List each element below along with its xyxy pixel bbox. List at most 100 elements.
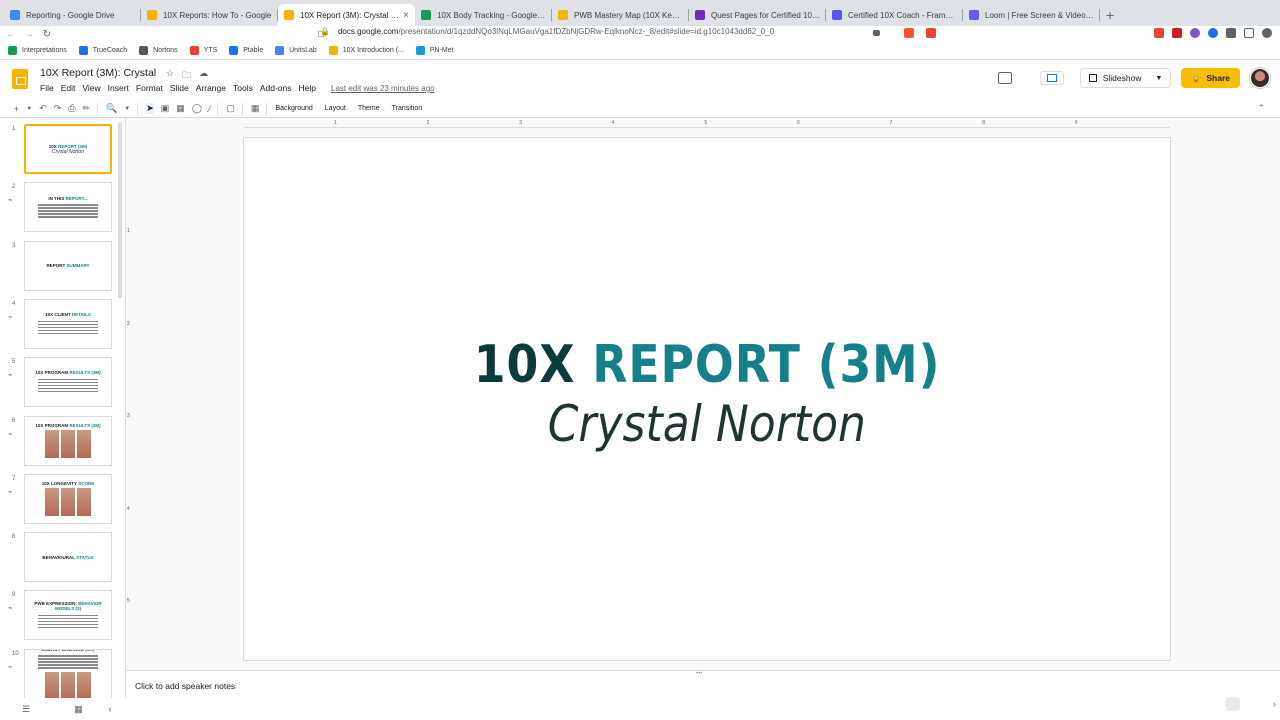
- move-folder-icon[interactable]: 🗀: [182, 68, 191, 84]
- shape-icon[interactable]: ◯: [192, 103, 202, 114]
- collapse-toolbar-icon[interactable]: ⌃: [1257, 103, 1265, 114]
- browser-tab[interactable]: Certified 10X Coach - Frame.io: [826, 4, 963, 26]
- slides-logo-icon[interactable]: [12, 69, 28, 89]
- slide-thumbnail[interactable]: 10X PROGRAM RESULTS (3M): [24, 357, 112, 408]
- zoom-icon[interactable]: 🔍: [106, 103, 117, 114]
- undo-icon[interactable]: ↶: [39, 103, 47, 114]
- slide-subtitle[interactable]: Crystal Norton: [548, 395, 866, 453]
- theme-button[interactable]: Theme: [358, 105, 380, 112]
- youtube-ext-icon[interactable]: [1154, 28, 1164, 38]
- slide-thumbnail-row[interactable]: 10 ⌁ ENERGY BALANCE (3M): [0, 648, 125, 698]
- print-icon[interactable]: ⎙: [68, 103, 75, 114]
- back-icon[interactable]: ←: [4, 29, 18, 40]
- paint-format-icon[interactable]: ✏: [83, 103, 91, 114]
- slide-thumbnail[interactable]: 10X CLIENT DETAILS: [24, 298, 112, 349]
- slide-thumbnail[interactable]: 10X LONGEVITY SCORE: [24, 473, 112, 524]
- reload-icon[interactable]: ↻: [40, 29, 54, 40]
- slide-thumbnail[interactable]: 10X PROGRAM RESULTS (3M): [24, 415, 112, 466]
- slide-title[interactable]: 10X REPORT (3M): [474, 335, 941, 395]
- text-box-icon[interactable]: ▣: [161, 103, 170, 114]
- cloud-status-icon[interactable]: ☁: [199, 68, 208, 84]
- select-cursor-icon[interactable]: ➤: [146, 103, 154, 114]
- slide-thumbnail-row[interactable]: 2 ⌁ IN THIS REPORT...: [0, 182, 125, 238]
- redo-icon[interactable]: ↷: [54, 103, 62, 114]
- ext-icon-2[interactable]: [1172, 28, 1182, 38]
- browser-tab[interactable]: 10X Report (3M): Crystal - Goo ×: [278, 4, 415, 26]
- menu-item-addons[interactable]: Add-ons: [260, 83, 292, 93]
- ext-icon-3[interactable]: [1190, 28, 1200, 38]
- star-icon[interactable]: ☆: [166, 68, 174, 84]
- menu-item-help[interactable]: Help: [299, 83, 316, 93]
- slide-thumbnail-row[interactable]: 1 10X REPORT (3M) Crystal Norton: [0, 124, 125, 180]
- grid-icon[interactable]: ▦: [251, 103, 260, 114]
- comments-icon[interactable]: [997, 72, 1012, 84]
- avatar[interactable]: [1250, 68, 1270, 88]
- slide-thumbnail-row[interactable]: 5 ⌁ 10X PROGRAM RESULTS (3M): [0, 357, 125, 413]
- ext-icon-4[interactable]: [1208, 28, 1218, 38]
- new-slide-dropdown-icon[interactable]: ▼: [26, 106, 32, 112]
- slide-thumbnail-row[interactable]: 9 ⌁ PWB EXPRESSION: BEHAVIOR MODELS (3): [0, 590, 125, 646]
- camera-icon[interactable]: [873, 30, 880, 36]
- menu-item-view[interactable]: View: [82, 83, 100, 93]
- list-view-icon[interactable]: ☰: [22, 704, 30, 715]
- line-icon[interactable]: ∕: [209, 104, 211, 114]
- last-edit-link[interactable]: Last edit was 23 minutes ago: [331, 84, 435, 93]
- new-slide-icon[interactable]: +: [14, 104, 19, 114]
- menu-item-format[interactable]: Format: [136, 83, 163, 93]
- slide-thumbnail[interactable]: REPORT SUMMARY: [24, 240, 112, 291]
- slide-thumbnail[interactable]: ENERGY BALANCE (3M): [24, 648, 112, 698]
- collapse-panel-icon[interactable]: ‹: [109, 704, 112, 714]
- slide-thumbnail-row[interactable]: 4 ⌁ 10X CLIENT DETAILS: [0, 298, 125, 355]
- browser-tab[interactable]: Quest Pages for Certified 10X Coac: [689, 4, 826, 26]
- browser-tab[interactable]: Reporting - Google Drive: [4, 4, 141, 26]
- slide-thumbnail[interactable]: 10X REPORT (3M) Crystal Norton: [24, 124, 112, 174]
- extension-alert-icon[interactable]: [926, 28, 936, 38]
- resize-handle[interactable]: •••: [696, 671, 702, 677]
- side-panel-toggle-icon[interactable]: ›: [1273, 699, 1276, 709]
- present-to-meeting-button[interactable]: [1039, 71, 1064, 85]
- background-button[interactable]: Background: [275, 105, 312, 112]
- browser-tab[interactable]: 10X Reports: How To - Google: [141, 4, 278, 26]
- bookmark-item[interactable]: TrueCoach: [78, 46, 127, 55]
- menu-item-edit[interactable]: Edit: [61, 83, 76, 93]
- doc-title[interactable]: 10X Report (3M): Crystal: [40, 67, 156, 79]
- zoom-dropdown-icon[interactable]: ▼: [124, 106, 130, 112]
- bookmark-item[interactable]: UnitsLab: [275, 46, 317, 55]
- profile-icon[interactable]: [1262, 28, 1272, 38]
- slideshow-button[interactable]: Slideshow ▼: [1079, 68, 1172, 88]
- puzzle-icon[interactable]: [1226, 28, 1236, 38]
- explore-icon[interactable]: [1226, 697, 1240, 711]
- bookmark-item[interactable]: Ptable: [229, 46, 263, 55]
- slide-thumbnail-row[interactable]: 8 BEHAVIOURAL STATUS: [0, 532, 125, 588]
- window-icon[interactable]: [1244, 28, 1254, 38]
- bookmark-item[interactable]: YTS: [189, 46, 217, 55]
- bookmark-item[interactable]: Nortons: [139, 46, 178, 55]
- comment-add-icon[interactable]: ▢: [226, 103, 235, 114]
- layout-button[interactable]: Layout: [325, 105, 346, 112]
- forward-icon[interactable]: →: [22, 29, 36, 40]
- transition-button[interactable]: Transition: [392, 105, 422, 112]
- slide-thumbnail-row[interactable]: 3 REPORT SUMMARY: [0, 240, 125, 297]
- speaker-notes-input[interactable]: Click to add speaker notes: [135, 681, 235, 691]
- grid-view-icon[interactable]: ▦: [74, 704, 83, 715]
- menu-item-insert[interactable]: Insert: [108, 83, 129, 93]
- image-icon[interactable]: ▦: [176, 103, 185, 114]
- browser-tab[interactable]: PWB Mastery Map (10X Keynote) -: [552, 4, 689, 26]
- url-field[interactable]: 🔒 docs.google.com/presentation/d/1qzddNQ…: [320, 27, 774, 36]
- menu-item-slide[interactable]: Slide: [170, 83, 189, 93]
- browser-tab[interactable]: Loom | Free Screen & Video Record: [963, 4, 1100, 26]
- slide-thumbnail-row[interactable]: 7 ⌁ 10X LONGEVITY SCORE: [0, 473, 125, 530]
- bookmark-item[interactable]: Interpretations: [8, 46, 67, 55]
- menu-item-arrange[interactable]: Arrange: [196, 83, 226, 93]
- close-tab-icon[interactable]: ×: [403, 10, 409, 21]
- slide-thumbnail[interactable]: PWB EXPRESSION: BEHAVIOR MODELS (3): [24, 590, 112, 641]
- slide-thumbnail[interactable]: IN THIS REPORT...: [24, 182, 112, 233]
- chevron-down-icon[interactable]: ▼: [1155, 75, 1162, 82]
- slide-thumbnail-row[interactable]: 6 ⌁ 10X PROGRAM RESULTS (3M): [0, 415, 125, 472]
- menu-item-file[interactable]: File: [40, 83, 54, 93]
- new-tab-button[interactable]: +: [1106, 7, 1114, 23]
- browser-tab[interactable]: 10X Body Tracking - Google Sheets: [415, 4, 552, 26]
- current-slide[interactable]: 10X REPORT (3M) Crystal Norton: [244, 138, 1170, 660]
- slide-thumbnail[interactable]: BEHAVIOURAL STATUS: [24, 532, 112, 583]
- bookmark-item[interactable]: PN-Met: [415, 46, 454, 55]
